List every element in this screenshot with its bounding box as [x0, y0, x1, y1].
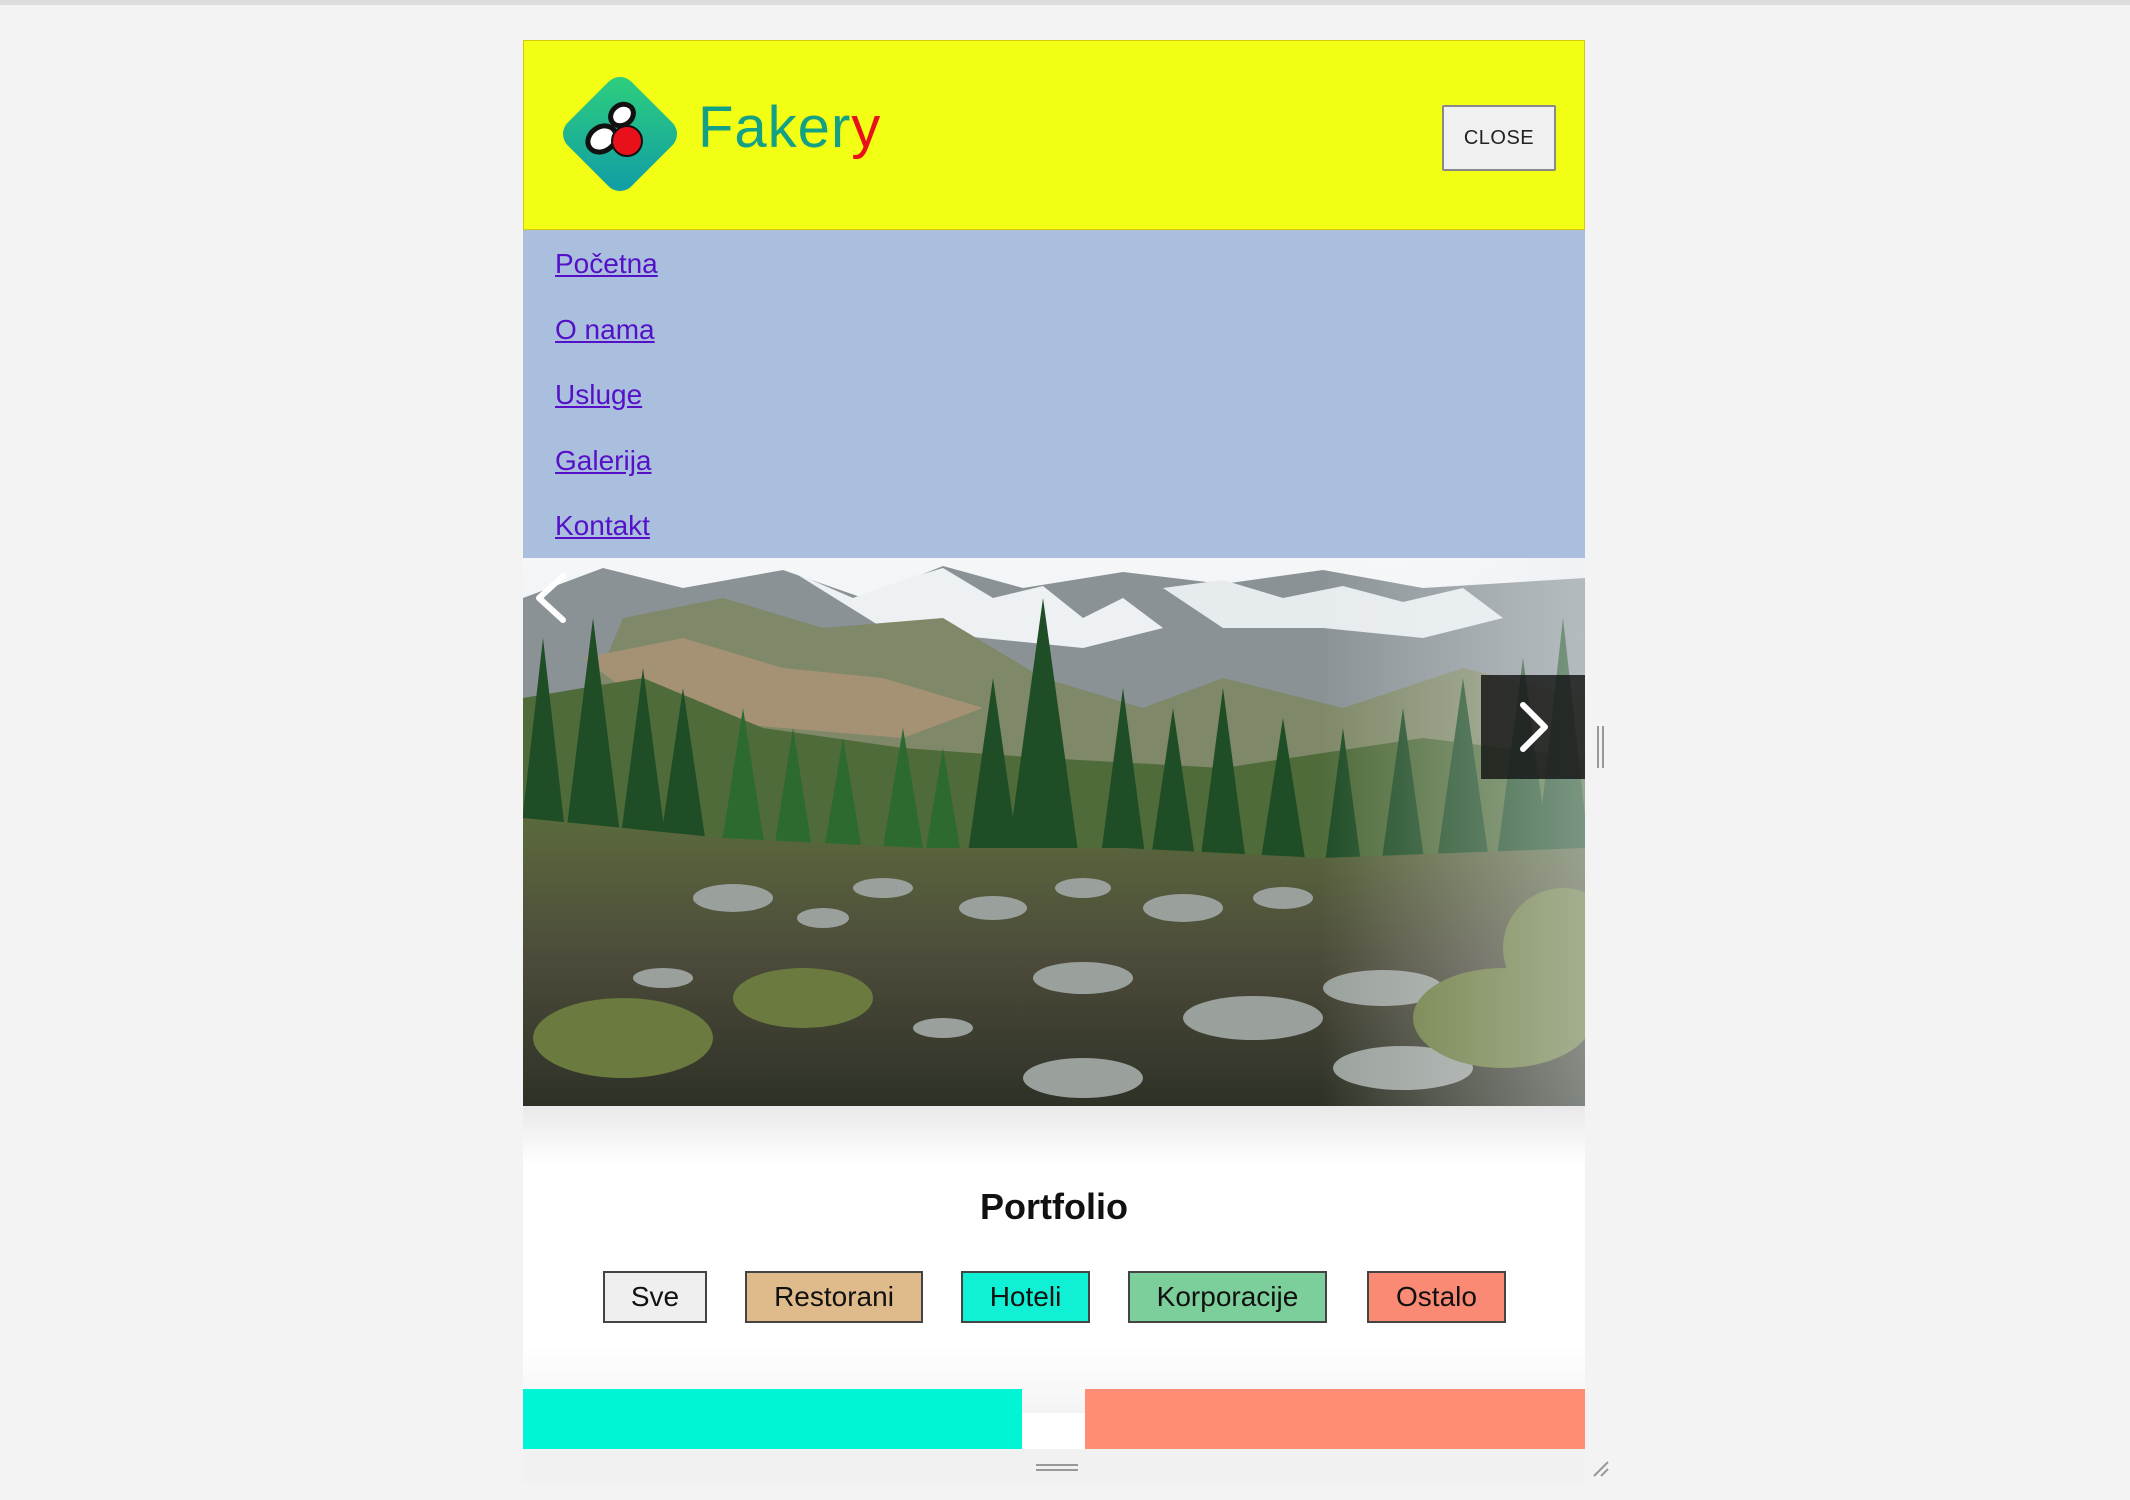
vertical-resize-handle-icon[interactable] [1036, 1464, 1078, 1472]
nav-link-galerija[interactable]: Galerija [555, 445, 651, 477]
nav-link-kontakt[interactable]: Kontakt [555, 510, 650, 542]
filter-button-hoteli[interactable]: Hoteli [961, 1271, 1090, 1323]
nav-link-o-nama[interactable]: O nama [555, 314, 655, 346]
nav-link-usluge[interactable]: Usluge [555, 379, 642, 411]
image-slider [523, 558, 1585, 1106]
portfolio-tile[interactable] [523, 1389, 1022, 1449]
filter-button-restorani[interactable]: Restorani [745, 1271, 923, 1323]
filter-button-korporacije[interactable]: Korporacije [1128, 1271, 1327, 1323]
corner-resize-grip-icon[interactable] [1590, 1458, 1610, 1478]
slide-image-mountain-landscape [523, 558, 1585, 1106]
nav-link-pocetna[interactable]: Početna [555, 248, 658, 280]
logo-icon [562, 76, 678, 192]
main-nav: Početna O nama Usluge Galerija Kontakt [523, 230, 1585, 558]
logo-text-accent: y [851, 95, 882, 160]
portfolio-tile[interactable] [1085, 1389, 1585, 1449]
filter-button-ostalo[interactable]: Ostalo [1367, 1271, 1506, 1323]
horizontal-resize-handle-icon[interactable] [1597, 726, 1605, 768]
site-header: Fakery CLOSE [523, 40, 1585, 230]
close-menu-button[interactable]: CLOSE [1442, 105, 1556, 171]
portfolio-section [523, 1106, 1585, 1413]
slider-prev-button[interactable] [523, 558, 583, 638]
filter-button-sve[interactable]: Sve [603, 1271, 707, 1323]
logo-wordmark: Fakery [698, 99, 881, 157]
chevron-right-icon [1520, 702, 1548, 752]
responsive-viewport: Fakery CLOSE Početna O nama Usluge Galer… [523, 40, 1585, 1483]
portfolio-heading: Portfolio [980, 1186, 1128, 1227]
chevron-left-icon [536, 573, 566, 623]
browser-top-border [0, 0, 2130, 5]
slider-next-button[interactable] [1481, 675, 1585, 779]
logo-text-main: Faker [698, 95, 852, 160]
